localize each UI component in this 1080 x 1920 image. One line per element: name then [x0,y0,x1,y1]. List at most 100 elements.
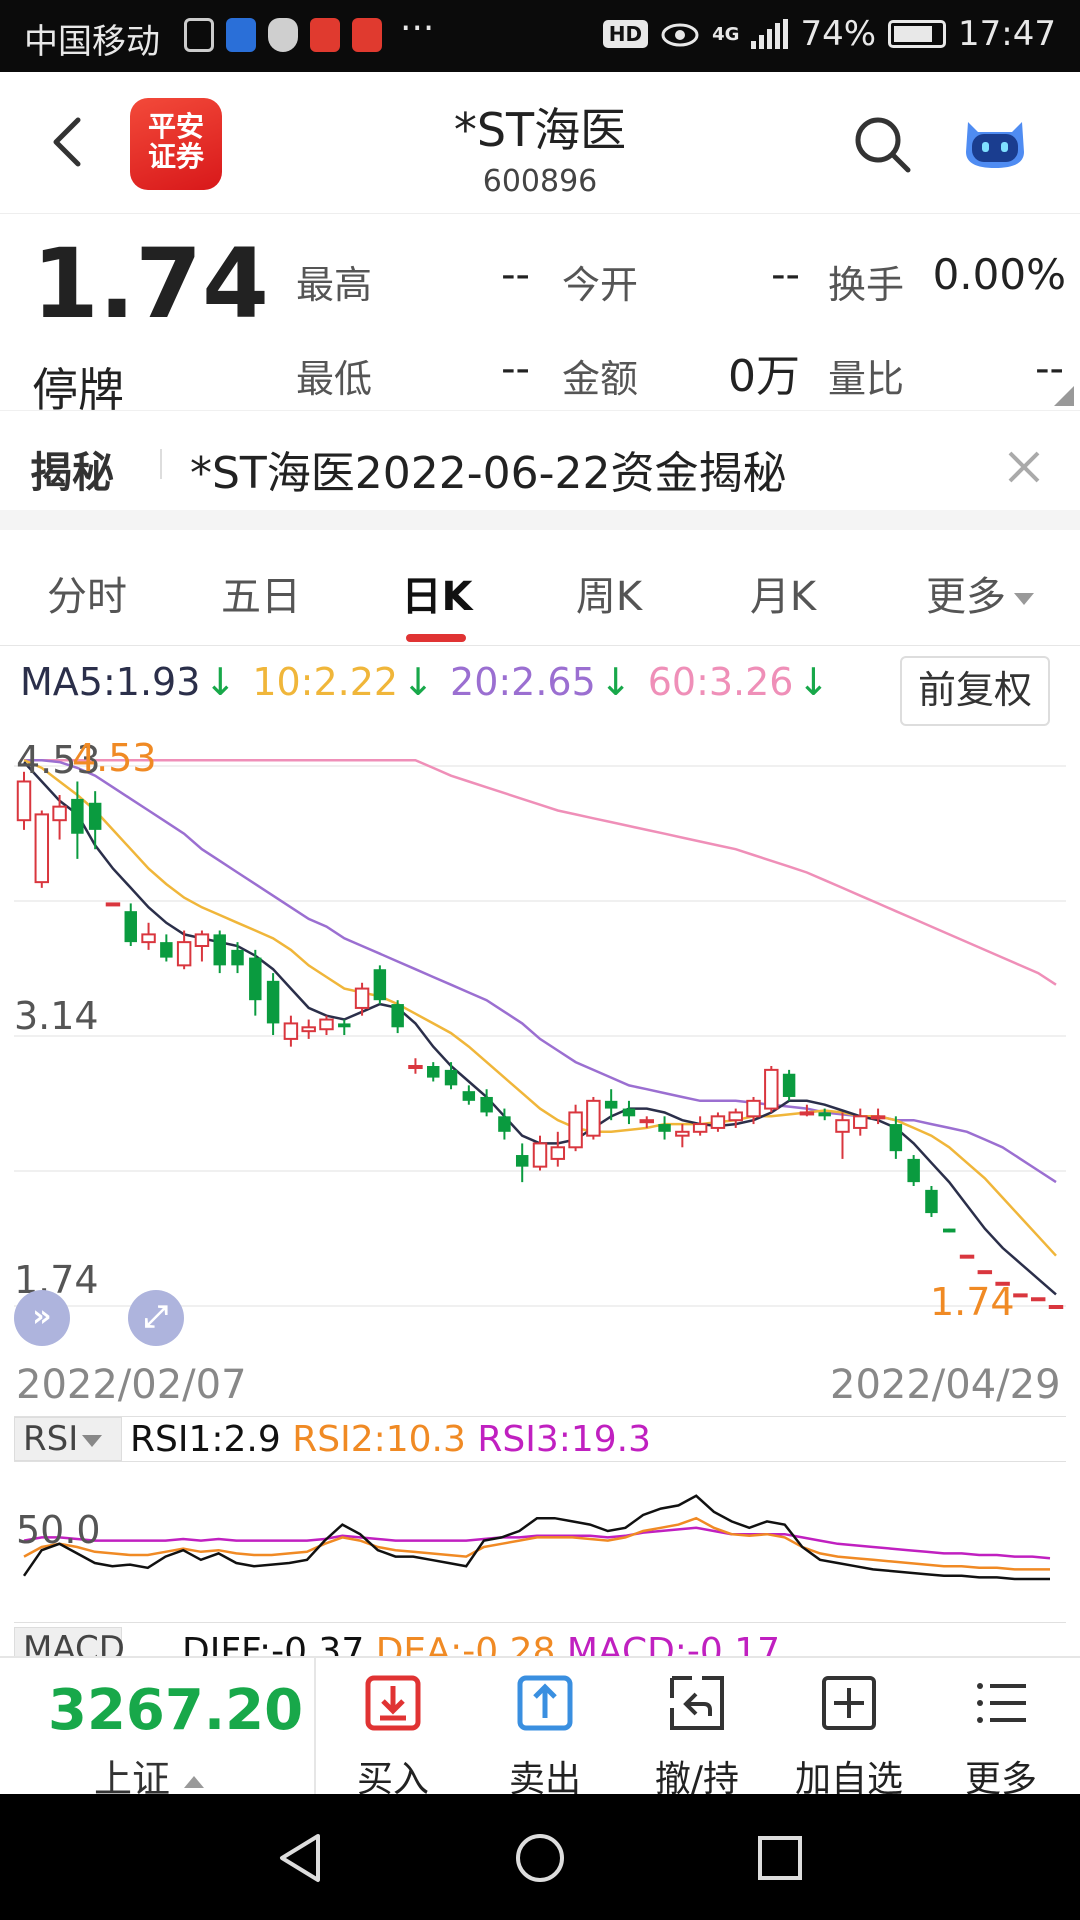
buy-button[interactable]: 买入 [318,1658,468,1800]
rsi2-value: RSI2:10.3 [292,1419,466,1460]
candle-body [658,1124,671,1132]
y-axis-mid-label: 3.14 [14,994,99,1038]
nav-back-icon[interactable] [272,1830,328,1886]
k-line-chart[interactable]: 4.53 4.53 3.14 1.74 1.74 » ⤢ [0,736,1080,1346]
volume-ratio-label: 量比 [828,357,905,401]
k-line-svg[interactable] [0,736,1080,1326]
candle-body [141,933,156,944]
candle-body [782,1073,796,1097]
low-value: -- [501,346,530,392]
candle-body [194,933,210,948]
robot-assistant-icon[interactable] [960,112,1030,172]
indicator-selector-rsi[interactable]: RSI [14,1417,122,1461]
more-notifications-icon: ··· [400,8,435,49]
candle-body [799,1111,815,1116]
close-icon[interactable] [1006,449,1042,485]
more-menu-button[interactable]: 更多 [926,1658,1076,1800]
dropdown-icon [82,1434,103,1447]
candle-body [231,949,244,966]
nav-recents-icon[interactable] [752,1830,808,1886]
sell-icon [517,1675,573,1731]
open-label: 今开 [562,263,639,307]
candle-body [746,1099,761,1118]
reveal-text[interactable]: *ST海医2022-06-22资金揭秘 [190,437,787,501]
volume-ratio-value: -- [1035,346,1064,392]
candle-body [853,1115,868,1129]
macd-selector-label: MACD [23,1629,125,1658]
candle-body [213,934,226,966]
rsi-values: RSI1:2.9 RSI2:10.3 RSI3:19.3 [130,1419,651,1460]
period-tabs: 分时 五日 日K 周K 月K 更多 [0,530,1080,646]
fullscreen-icon[interactable]: ⤢ [128,1290,184,1346]
tab-more[interactable]: 更多 [900,564,1060,622]
pingan-app-icon [352,18,382,52]
shield-check-icon [268,18,298,52]
candle-body [444,1069,458,1086]
high-value: -- [501,252,530,298]
ma60-value: 60:3.26 [647,660,794,704]
ma-legend: MA5:1.93 ↓ 10:2.22 ↓ 20:2.65 ↓ 60:3.26 ↓ [20,660,833,704]
stock-name: *ST海医 [453,103,627,157]
candle-body [34,813,50,884]
candle-body [550,1146,566,1160]
toolbar-divider [314,1658,316,1796]
signal-icon [751,19,789,49]
shield-blue-icon [226,18,256,52]
x-axis-end-date: 2022/04/29 [830,1362,1061,1408]
candle-body [16,780,32,822]
candle-body [160,942,173,958]
ma5-value: MA5:1.93 [20,660,201,704]
candle-body [71,798,84,834]
tab-monthly-k[interactable]: 月K [708,564,858,622]
down-arrow-icon: ↓ [402,660,434,704]
macd-values: DIFF:-0.37 DEA:-0.28 MACD:-0.17 [182,1631,780,1658]
macd-value: MACD:-0.17 [566,1631,781,1658]
indicator-selector-macd[interactable]: MACD [14,1627,125,1658]
open-value: -- [771,252,800,298]
expand-corner-icon[interactable] [1054,386,1074,406]
eye-comfort-icon [661,23,699,47]
nav-home-icon[interactable] [512,1830,568,1886]
ma10-line [23,759,1057,1257]
status-right: HD 4G 74% 17:47 [602,14,1056,54]
fast-forward-icon[interactable]: » [14,1290,70,1346]
high-price-marker: 4.53 [72,736,157,780]
stock-code: 600896 [482,164,598,199]
search-icon[interactable] [850,112,914,176]
adjust-mode-button[interactable]: 前复权 [900,656,1050,726]
candle-body [480,1096,493,1113]
rsi1-value: RSI1:2.9 [130,1419,281,1460]
expand-up-icon [184,1775,205,1788]
cancel-hold-button[interactable]: 撤/持 [622,1658,772,1800]
candle-body [835,1119,850,1133]
tab-more-label: 更多 [926,574,1006,620]
candle-body [1030,1297,1046,1302]
clock: 17:47 [958,14,1056,54]
candle-body [515,1155,529,1167]
candle-body [675,1130,690,1137]
tab-daily-k[interactable]: 日K [362,564,512,622]
file-icon [184,18,214,52]
candle-body [764,1068,779,1110]
reveal-title: 揭秘 [30,448,115,497]
candle-body [105,902,121,907]
tab-weekly-k[interactable]: 周K [534,564,684,622]
rsi-axis-label: 50.0 [16,1508,101,1552]
section-divider [0,510,1080,530]
candle-body [710,1115,726,1129]
down-arrow-icon: ↓ [204,660,237,704]
candle-body [622,1108,636,1117]
amount-label: 金额 [562,357,639,401]
fund-reveal-banner[interactable]: 揭秘 *ST海医2022-06-22资金揭秘 [0,410,1080,510]
tab-five-day[interactable]: 五日 [186,564,336,622]
rsi-selector-label: RSI [23,1419,79,1459]
tab-intraday[interactable]: 分时 [12,564,162,622]
add-watchlist-button[interactable]: 加自选 [774,1658,924,1800]
add-watchlist-icon [822,1676,876,1730]
sell-button[interactable]: 卖出 [470,1658,620,1800]
rsi-chart[interactable] [0,1466,1080,1616]
candle-body [925,1189,938,1214]
candle-body [532,1142,548,1168]
ma10-value: 10:2.22 [252,660,399,704]
cancel-order-icon [670,1676,724,1730]
